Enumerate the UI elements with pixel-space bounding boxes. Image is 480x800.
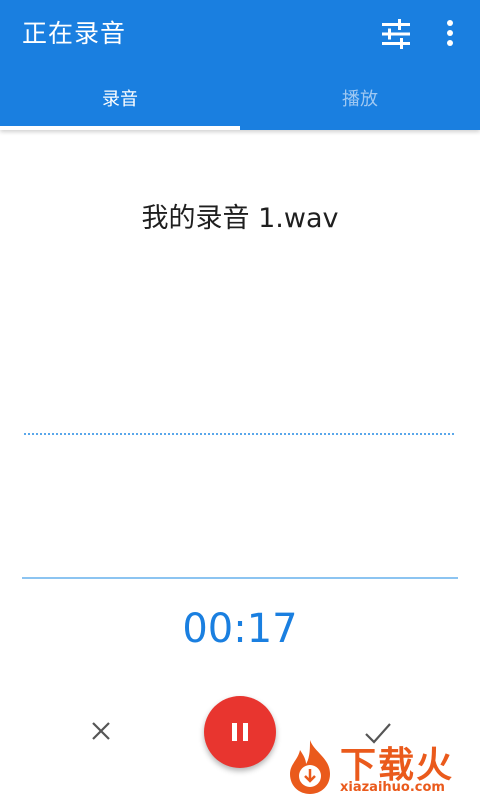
- tab-indicator: [0, 126, 240, 130]
- tab-play[interactable]: 播放: [240, 70, 480, 130]
- divider: [22, 577, 458, 579]
- more-options-button[interactable]: [436, 16, 464, 52]
- settings-tune-button[interactable]: [376, 16, 416, 52]
- watermark-url: xiazaihuo.com: [340, 780, 445, 795]
- page-title: 正在录音: [22, 19, 127, 48]
- close-icon: [92, 722, 110, 740]
- app-bar: 正在录音 录音 播放: [0, 0, 480, 130]
- recording-filename: 我的录音 1.wav: [141, 203, 339, 234]
- flame-logo-icon: [290, 740, 330, 794]
- watermark: 下载火 xiazaihuo.com: [282, 734, 478, 798]
- more-vert-icon: [447, 20, 453, 46]
- pause-button[interactable]: [204, 696, 276, 768]
- waveform-line: [24, 433, 454, 435]
- recording-timer: 00:17: [182, 606, 298, 652]
- tune-icon: [382, 19, 410, 49]
- cancel-recording-button[interactable]: [84, 714, 118, 748]
- pause-icon: [232, 723, 248, 741]
- tab-record[interactable]: 录音: [0, 70, 240, 130]
